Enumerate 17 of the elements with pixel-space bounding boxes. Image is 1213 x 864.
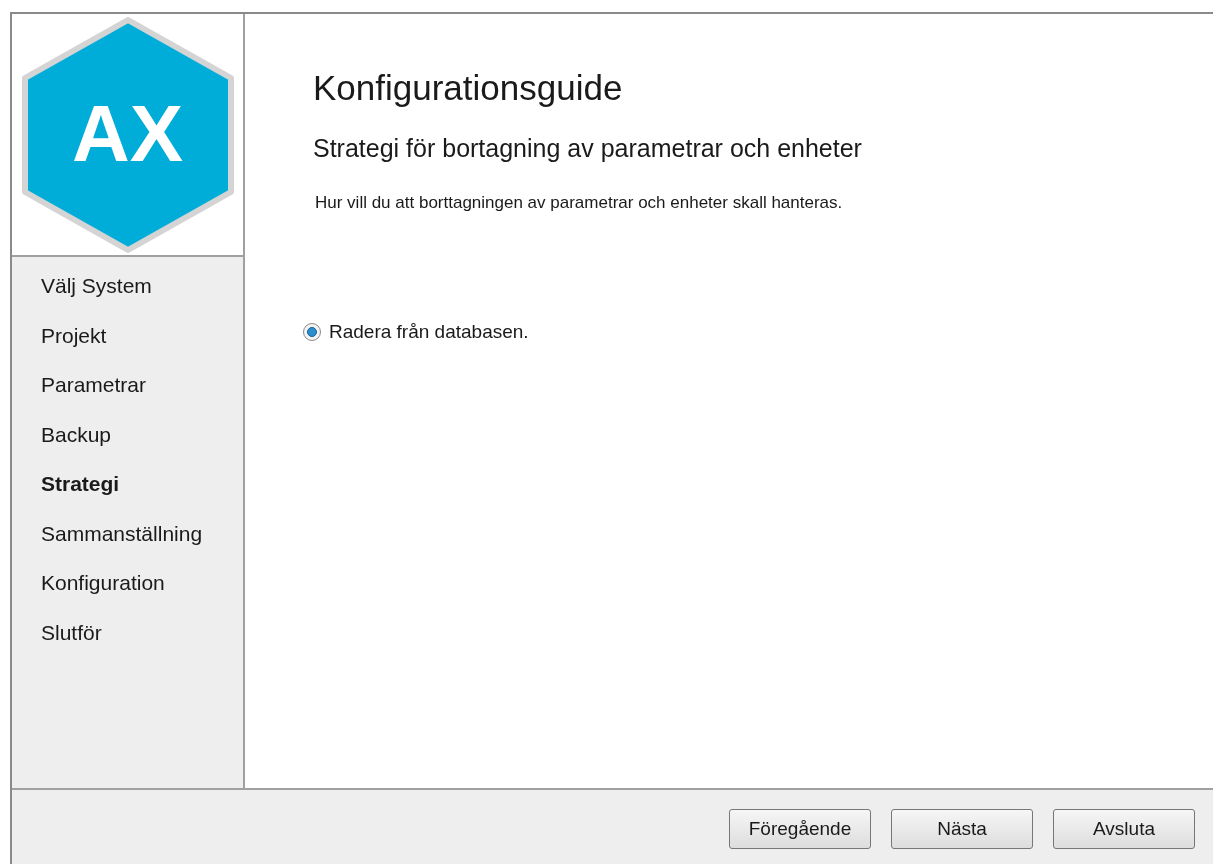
wizard-button[interactable]: Nästa [891, 809, 1033, 849]
sidebar-item[interactable]: Konfiguration [41, 567, 243, 617]
wizard-title: Konfigurationsguide [313, 67, 624, 109]
radio-button[interactable] [303, 322, 321, 341]
sidebar-item[interactable]: Strategi [41, 468, 243, 518]
sidebar-item[interactable]: Välj System [41, 270, 243, 320]
wizard-button[interactable]: Avsluta [1053, 809, 1195, 849]
sidebar-item[interactable]: Sammanställning [41, 517, 243, 567]
logo-text: AX [70, 93, 185, 174]
step-heading: Strategi för bortagning av parametrar och enheter [313, 133, 863, 164]
sidebar-item[interactable]: Backup [41, 418, 243, 468]
sidebar-item[interactable]: Projekt [41, 319, 243, 369]
option-label: Radera från databasen. [329, 319, 529, 344]
step-description: Hur vill du att borttagningen av parametrar och enheter skall hanteras. [315, 192, 844, 214]
sidebar-item[interactable]: Slutför [41, 616, 243, 666]
sidebar-item[interactable]: Parametrar [41, 369, 243, 419]
wizard-button[interactable]: Föregående [729, 809, 871, 849]
